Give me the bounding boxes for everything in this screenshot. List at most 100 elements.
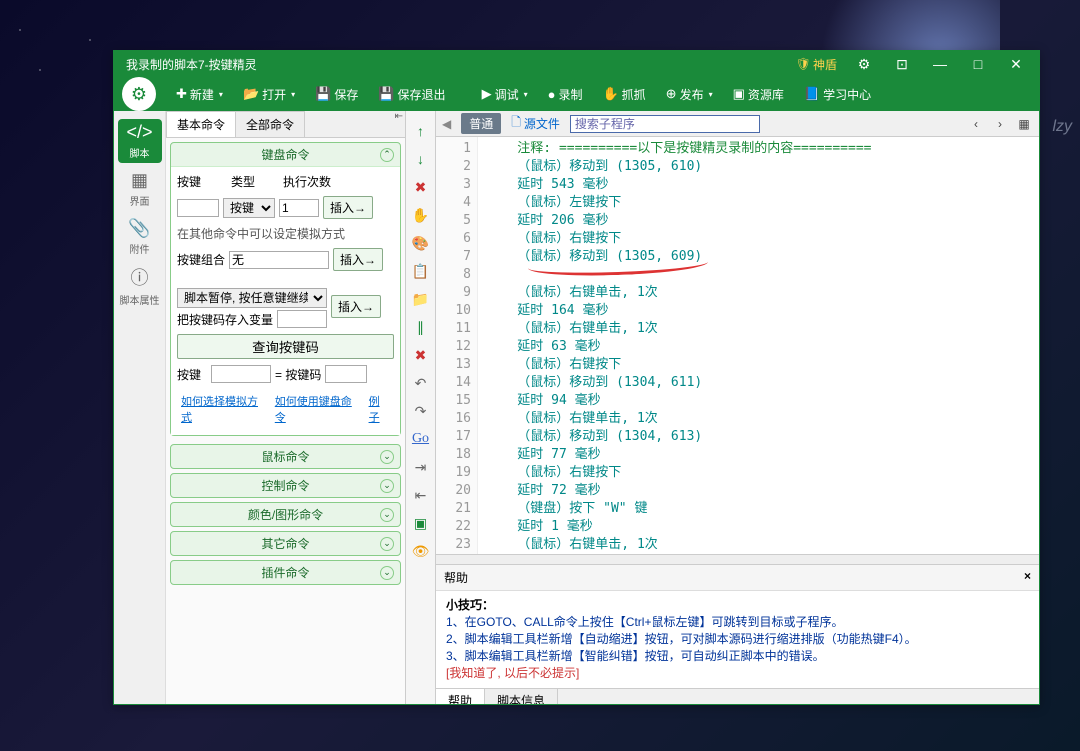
- sidebar-item-props[interactable]: ⓘ脚本属性: [118, 263, 162, 307]
- main-toolbar: ⚙ ✚新建▾ 📂打开▾ 💾保存 💾保存退出 ▶调试▾ ●录制 ✋抓抓 ⊕发布▾ …: [114, 77, 1039, 111]
- count-input[interactable]: [279, 199, 319, 217]
- publish-icon: ⊕: [666, 86, 677, 102]
- save-button[interactable]: 💾保存: [309, 83, 364, 106]
- maximize-icon[interactable]: □: [963, 56, 993, 73]
- tip-line-2: 2、脚本编辑工具栏新增【自动缩进】按钮，可对脚本源码进行缩进排版（功能热键F4）…: [446, 631, 1029, 648]
- key-input[interactable]: [177, 199, 219, 217]
- type-select[interactable]: 按键: [223, 198, 275, 218]
- debug-button[interactable]: ▶调试▾: [476, 83, 534, 106]
- pause-select[interactable]: 脚本暂停, 按任意键继续: [177, 288, 327, 308]
- search-subroutine-input[interactable]: [570, 115, 760, 133]
- sidebar-item-script[interactable]: </>脚本: [118, 119, 162, 163]
- paste-icon[interactable]: 📋: [411, 261, 431, 281]
- prev-icon[interactable]: ‹: [967, 117, 985, 131]
- keycode-output[interactable]: [325, 365, 367, 383]
- hand-icon[interactable]: ✋: [411, 205, 431, 225]
- file-icon: 🗋: [511, 113, 521, 134]
- tab-all-commands[interactable]: 全部命令: [235, 111, 305, 137]
- window-title: 我录制的脚本7-按键精灵: [122, 56, 796, 73]
- eye-icon[interactable]: 👁: [411, 541, 431, 561]
- folder-icon: 📂: [243, 86, 259, 102]
- sidebar-item-ui[interactable]: ▦界面: [118, 167, 162, 211]
- link-keyboard-help[interactable]: 如何使用键盘命令: [275, 393, 361, 425]
- close-icon[interactable]: ✕: [1001, 56, 1031, 73]
- section-header[interactable]: 其它命令⌄: [171, 532, 400, 555]
- expand-down-icon[interactable]: ⌄: [380, 537, 394, 551]
- titlebar: 我录制的脚本7-按键精灵 🛡 神盾 ⚙ ⊡ — □ ✕: [114, 51, 1039, 77]
- capture-button[interactable]: ✋抓抓: [596, 83, 651, 106]
- record-icon: ●: [548, 87, 556, 102]
- section-header[interactable]: 控制命令⌄: [171, 474, 400, 497]
- combo-label: 按键组合: [177, 251, 225, 268]
- redo-icon[interactable]: ↷: [411, 401, 431, 421]
- keyboard-section-header[interactable]: 键盘命令 ⌃: [171, 143, 400, 166]
- sidebar-item-attach[interactable]: 📎附件: [118, 215, 162, 259]
- next-icon[interactable]: ›: [991, 117, 1009, 131]
- tab-basic-commands[interactable]: 基本命令: [166, 111, 236, 137]
- info-icon: ⓘ: [131, 264, 149, 290]
- link-example[interactable]: 例子: [369, 393, 390, 425]
- key2-input[interactable]: [211, 365, 271, 383]
- app-window: 我录制的脚本7-按键精灵 🛡 神盾 ⚙ ⊡ — □ ✕ ⚙ ✚新建▾ 📂打开▾ …: [113, 50, 1040, 705]
- new-button[interactable]: ✚新建▾: [170, 83, 229, 106]
- uncomment-icon[interactable]: ✖: [411, 345, 431, 365]
- dismiss-tip-link[interactable]: [我知道了, 以后不必提示]: [446, 665, 1029, 682]
- collapse-panel-icon[interactable]: ⇤: [395, 111, 403, 122]
- insert-key-button[interactable]: 插入→: [323, 196, 373, 219]
- help-tab-help[interactable]: 帮助: [436, 689, 485, 704]
- learn-button[interactable]: 📘学习中心: [798, 83, 877, 106]
- help-close-icon[interactable]: ×: [1024, 569, 1031, 586]
- eq-label: = 按键码: [275, 366, 321, 383]
- open-button[interactable]: 📂打开▾: [237, 83, 301, 106]
- check-icon[interactable]: ▣: [411, 513, 431, 533]
- shield-badge[interactable]: 🛡 神盾: [796, 56, 837, 73]
- save-exit-button[interactable]: 💾保存退出: [372, 83, 451, 106]
- watermark: lzy: [1052, 118, 1072, 136]
- query-keycode-button[interactable]: 查询按键码: [177, 334, 394, 359]
- record-button[interactable]: ●录制: [542, 83, 589, 106]
- expand-down-icon[interactable]: ⌄: [380, 508, 394, 522]
- expand-down-icon[interactable]: ⌄: [380, 479, 394, 493]
- expand-down-icon[interactable]: ⌄: [380, 450, 394, 464]
- basic-view-tab[interactable]: 普通: [461, 113, 501, 134]
- outdent-icon[interactable]: ⇤: [411, 485, 431, 505]
- learn-icon: 📘: [804, 86, 820, 102]
- key2-label: 按键: [177, 366, 207, 383]
- arrow-down-icon[interactable]: ↓: [411, 149, 431, 169]
- expand-down-icon[interactable]: ⌄: [380, 566, 394, 580]
- undo-icon[interactable]: ↶: [411, 373, 431, 393]
- code-lines[interactable]: 注释: ==========以下是按键精灵录制的内容========== （鼠标…: [478, 137, 1039, 554]
- repo-button[interactable]: ▣资源库: [727, 83, 790, 106]
- command-panel: ⇤ 基本命令 全部命令 键盘命令 ⌃ 按键 类型 执行次数: [166, 111, 406, 704]
- tip-line-3: 3、脚本编辑工具栏新增【智能纠错】按钮，可自动纠正脚本中的错误。: [446, 648, 1029, 665]
- nav-prev-icon[interactable]: ◀: [442, 117, 451, 131]
- palette-icon[interactable]: 🎨: [411, 233, 431, 253]
- delete-icon[interactable]: ✖: [411, 177, 431, 197]
- section-header[interactable]: 插件命令⌄: [171, 561, 400, 584]
- comment-icon[interactable]: ∥: [411, 317, 431, 337]
- arrow-up-icon[interactable]: ↑: [411, 121, 431, 141]
- publish-button[interactable]: ⊕发布▾: [660, 83, 719, 106]
- go-button[interactable]: Go: [411, 429, 431, 449]
- edit-toolbar-strip: ↑ ↓ ✖ ✋ 🎨 📋 📁 ∥ ✖ ↶ ↷ Go ⇥ ⇤ ▣ 👁: [406, 111, 436, 704]
- h-scrollbar[interactable]: [436, 554, 1039, 564]
- link-sim-mode[interactable]: 如何选择模拟方式: [181, 393, 267, 425]
- tip-line-1: 1、在GOTO、CALL命令上按住【Ctrl+鼠标左键】可跳转到目标或子程序。: [446, 614, 1029, 631]
- insert-combo-button[interactable]: 插入→: [333, 248, 383, 271]
- indent-icon[interactable]: ⇥: [411, 457, 431, 477]
- section-header[interactable]: 颜色/图形命令⌄: [171, 503, 400, 526]
- minimize-icon[interactable]: —: [925, 56, 955, 73]
- restore-icon[interactable]: ⊡: [887, 56, 917, 73]
- help-panel: 帮助 × 小技巧： 1、在GOTO、CALL命令上按住【Ctrl+鼠标左键】可跳…: [436, 564, 1039, 704]
- code-area[interactable]: 1234567891011121314151617181920212223 注释…: [436, 137, 1039, 554]
- source-view-tab[interactable]: 🗋源文件: [511, 113, 560, 134]
- capture-icon: ✋: [602, 86, 618, 102]
- folder-small-icon[interactable]: 📁: [411, 289, 431, 309]
- grid-icon[interactable]: ▦: [1015, 117, 1033, 131]
- savevar-input[interactable]: [277, 310, 327, 328]
- section-header[interactable]: 鼠标命令⌄: [171, 445, 400, 468]
- help-tab-info[interactable]: 脚本信息: [485, 689, 558, 704]
- settings-icon[interactable]: ⚙: [849, 56, 879, 73]
- collapse-up-icon[interactable]: ⌃: [380, 148, 394, 162]
- combo-input[interactable]: [229, 251, 329, 269]
